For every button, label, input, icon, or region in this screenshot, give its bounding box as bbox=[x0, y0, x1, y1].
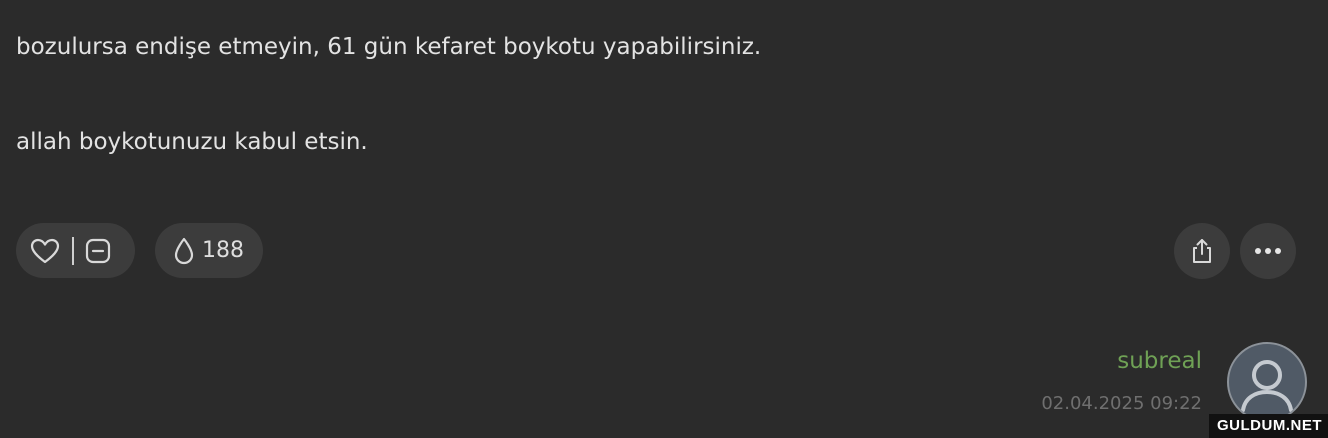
minus-square-icon[interactable] bbox=[84, 237, 112, 265]
post-text-line-1: bozulursa endişe etmeyin, 61 gün kefaret… bbox=[16, 34, 762, 60]
watermark-logo: GULDUM.NET bbox=[1209, 414, 1328, 438]
share-icon bbox=[1189, 237, 1215, 265]
heart-icon[interactable] bbox=[29, 237, 61, 265]
drop-icon bbox=[172, 236, 196, 266]
vote-divider bbox=[72, 236, 74, 265]
author-name[interactable]: subreal bbox=[1117, 348, 1202, 374]
avatar[interactable] bbox=[1227, 342, 1307, 422]
share-button[interactable] bbox=[1174, 223, 1230, 279]
vote-group bbox=[16, 223, 135, 278]
user-icon bbox=[1241, 360, 1293, 412]
post-text-line-2: allah boykotunuzu kabul etsin. bbox=[16, 129, 368, 155]
drop-button[interactable]: 188 bbox=[155, 223, 263, 278]
ellipsis-icon bbox=[1253, 247, 1283, 255]
more-options-button[interactable] bbox=[1240, 223, 1296, 279]
post-date[interactable]: 02.04.2025 09:22 bbox=[1041, 393, 1202, 414]
drop-count: 188 bbox=[202, 238, 244, 263]
